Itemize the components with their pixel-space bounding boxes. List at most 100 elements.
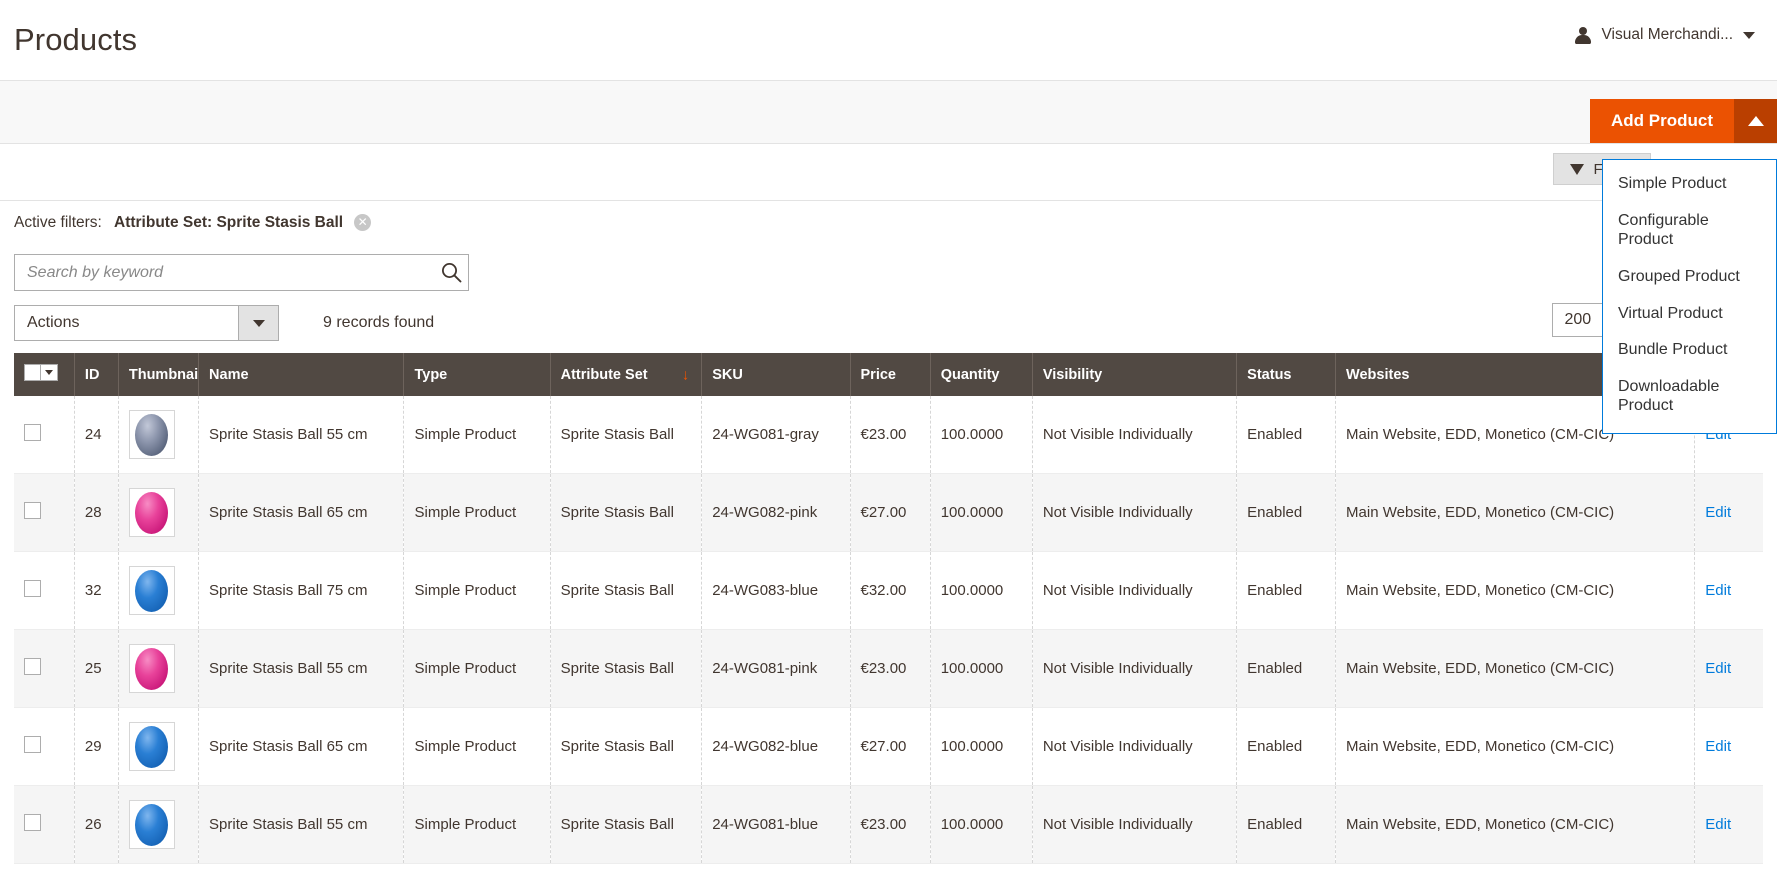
cell-attribute-set: Sprite Stasis Ball: [550, 473, 703, 552]
edit-link[interactable]: Edit: [1705, 660, 1731, 677]
close-circle-icon[interactable]: ✕: [354, 214, 372, 231]
mass-actions-select[interactable]: Actions: [14, 305, 279, 341]
grid-column-header-status[interactable]: Status: [1236, 353, 1337, 396]
search-icon[interactable]: [434, 262, 468, 283]
cell-type: Simple Product: [403, 473, 551, 552]
add-product-menu-item[interactable]: Downloadable Product: [1603, 369, 1776, 425]
edit-link[interactable]: Edit: [1705, 504, 1731, 521]
table-row[interactable]: 32 Sprite Stasis Ball 75 cm Simple Product…: [14, 551, 1763, 630]
cell-id: 29: [74, 707, 119, 786]
select-all-header[interactable]: [14, 353, 75, 396]
add-product-menu-item[interactable]: Virtual Product: [1603, 296, 1776, 333]
cell-websites: Main Website, EDD, Monetico (CM-CIC): [1335, 473, 1696, 552]
grid-column-header-visibility[interactable]: Visibility: [1032, 353, 1238, 396]
cell-attribute-set: Sprite Stasis Ball: [550, 785, 703, 864]
cell-status: Enabled: [1236, 551, 1337, 630]
user-name: Visual Merchandi...: [1601, 26, 1733, 43]
add-product-button[interactable]: Add Product: [1590, 99, 1734, 143]
row-checkbox[interactable]: [24, 814, 41, 831]
cell-price: €27.00: [850, 473, 931, 552]
product-thumbnail: [128, 644, 175, 693]
grid-column-header-type[interactable]: Type: [403, 353, 551, 396]
grid-column-header-label: SKU: [712, 366, 743, 383]
table-row[interactable]: 29 Sprite Stasis Ball 65 cm Simple Product…: [14, 707, 1763, 786]
active-filters-label: Active filters:: [14, 213, 102, 231]
cell-price: €23.00: [850, 629, 931, 708]
add-product-menu[interactable]: Simple Product Configurable Product Groupe…: [1602, 159, 1777, 434]
grid-column-header-attribute-set[interactable]: Attribute Set ↓: [550, 353, 703, 396]
grid-column-header-label: ID: [84, 366, 100, 383]
row-select-cell[interactable]: [14, 396, 75, 474]
grid-column-header-thumbnail[interactable]: Thumbnail: [118, 353, 202, 396]
grid-column-header-quantity[interactable]: Quantity: [930, 353, 1033, 396]
chevron-down-icon[interactable]: [1743, 31, 1755, 39]
grid-column-header-id[interactable]: ID: [74, 353, 119, 396]
add-product-menu-item[interactable]: Grouped Product: [1603, 259, 1776, 296]
search-input[interactable]: [15, 263, 434, 282]
grid-column-header-sku[interactable]: SKU: [701, 353, 851, 396]
row-checkbox[interactable]: [24, 502, 41, 519]
add-product-split-button: Add Product: [1590, 99, 1777, 143]
grid-column-header-name[interactable]: Name: [198, 353, 405, 396]
cell-sku: 24-WG081-gray: [701, 396, 851, 474]
grid-header-row: ID Thumbnail Name Type Attribute Set ↓ SKU Pric…: [14, 353, 1763, 396]
grid-controls: Filters Default V: [0, 144, 1777, 200]
cell-id: 25: [74, 629, 119, 708]
cell-visibility: Not Visible Individually: [1032, 707, 1238, 786]
grid-body: 24 Sprite Stasis Ball 55 cm Simple Product…: [14, 396, 1763, 864]
row-select-cell[interactable]: [14, 629, 75, 708]
cell-type: Simple Product: [403, 396, 551, 474]
toolbar-band: Add Product Simple Product Configurable P…: [0, 80, 1777, 434]
row-checkbox[interactable]: [24, 658, 41, 675]
chevron-down-icon[interactable]: [41, 364, 58, 381]
table-row[interactable]: 26 Sprite Stasis Ball 55 cm Simple Product…: [14, 785, 1763, 864]
edit-link[interactable]: Edit: [1705, 582, 1731, 599]
cell-visibility: Not Visible Individually: [1032, 396, 1238, 474]
user-icon: [1574, 26, 1591, 44]
row-checkbox[interactable]: [24, 736, 41, 753]
table-row[interactable]: 24 Sprite Stasis Ball 55 cm Simple Product…: [14, 396, 1763, 474]
mass-actions-label: Actions: [27, 314, 80, 331]
products-grid: ID Thumbnail Name Type Attribute Set ↓ SKU Pric…: [14, 353, 1763, 864]
cell-quantity: 100.0000: [930, 396, 1033, 474]
search-row: [0, 244, 1777, 291]
cell-attribute-set: Sprite Stasis Ball: [550, 707, 703, 786]
cell-websites: Main Website, EDD, Monetico (CM-CIC): [1335, 629, 1696, 708]
thumbnail-cell: [118, 473, 200, 552]
cell-id: 24: [74, 396, 119, 474]
edit-link[interactable]: Edit: [1705, 816, 1731, 833]
add-product-menu-item[interactable]: Bundle Product: [1603, 332, 1776, 369]
add-product-toggle-button[interactable]: [1734, 99, 1777, 143]
cell-name: Sprite Stasis Ball 55 cm: [198, 629, 405, 708]
grid-column-header-price[interactable]: Price: [850, 353, 931, 396]
select-all-checkbox[interactable]: [24, 364, 41, 381]
cell-sku: 24-WG081-pink: [701, 629, 851, 708]
edit-link[interactable]: Edit: [1705, 738, 1731, 755]
table-row[interactable]: 25 Sprite Stasis Ball 55 cm Simple Product…: [14, 629, 1763, 708]
row-checkbox[interactable]: [24, 424, 41, 441]
cell-type: Simple Product: [403, 707, 551, 786]
action-cell: Edit: [1694, 785, 1763, 864]
grid-column-header-label: Websites: [1346, 366, 1410, 383]
table-row[interactable]: 28 Sprite Stasis Ball 65 cm Simple Product…: [14, 473, 1763, 552]
products-grid-wrapper: ID Thumbnail Name Type Attribute Set ↓ SKU Pric…: [0, 345, 1777, 864]
chevron-down-icon[interactable]: [238, 306, 278, 340]
cell-name: Sprite Stasis Ball 75 cm: [198, 551, 405, 630]
row-select-cell[interactable]: [14, 785, 75, 864]
grid-column-header-label: Status: [1247, 366, 1292, 383]
row-checkbox[interactable]: [24, 580, 41, 597]
row-select-cell[interactable]: [14, 551, 75, 630]
action-cell: Edit: [1694, 707, 1763, 786]
add-product-menu-item[interactable]: Simple Product: [1603, 166, 1776, 203]
row-select-cell[interactable]: [14, 707, 75, 786]
cell-quantity: 100.0000: [930, 551, 1033, 630]
funnel-icon: [1570, 163, 1585, 175]
cell-websites: Main Website, EDD, Monetico (CM-CIC): [1335, 785, 1696, 864]
cell-status: Enabled: [1236, 473, 1337, 552]
grid-column-header-label: Thumbnail: [128, 366, 203, 383]
row-select-cell[interactable]: [14, 473, 75, 552]
user-menu[interactable]: Visual Merchandi...: [1574, 26, 1755, 44]
add-product-menu-item[interactable]: Configurable Product: [1603, 203, 1776, 259]
cell-quantity: 100.0000: [930, 473, 1033, 552]
cell-visibility: Not Visible Individually: [1032, 551, 1238, 630]
